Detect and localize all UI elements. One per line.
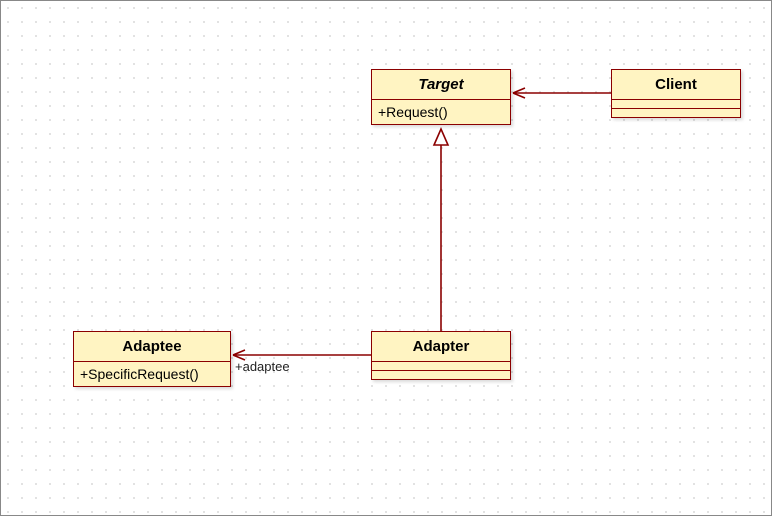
- class-adaptee-name: Adaptee: [74, 332, 230, 362]
- class-adaptee[interactable]: Adaptee +SpecificRequest(): [73, 331, 231, 387]
- class-adapter-name: Adapter: [372, 332, 510, 362]
- association-role-adaptee: +adaptee: [235, 359, 290, 374]
- class-target-name: Target: [372, 70, 510, 100]
- class-adapter-ops: [372, 371, 510, 379]
- class-client-ops: [612, 109, 740, 117]
- class-client-name: Client: [612, 70, 740, 100]
- class-client-attrs: [612, 100, 740, 109]
- class-target-operation: +Request(): [372, 100, 510, 124]
- class-adapter[interactable]: Adapter: [371, 331, 511, 380]
- class-adapter-attrs: [372, 362, 510, 371]
- diagram-canvas: Target +Request() Client Adapter Adaptee…: [0, 0, 772, 516]
- class-adaptee-operation: +SpecificRequest(): [74, 362, 230, 386]
- class-client[interactable]: Client: [611, 69, 741, 118]
- class-target[interactable]: Target +Request(): [371, 69, 511, 125]
